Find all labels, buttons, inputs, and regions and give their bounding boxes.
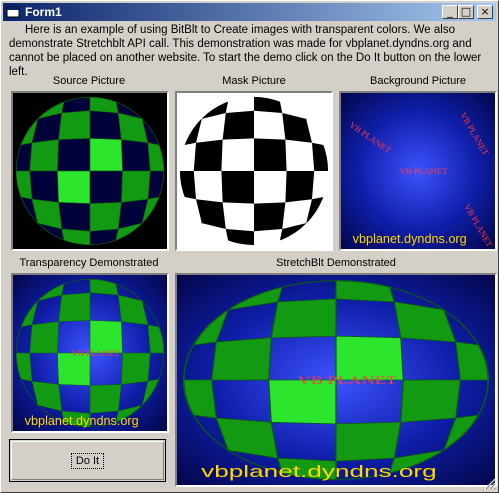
minimize-button[interactable]: _ [442, 5, 458, 19]
stretch-label: StretchBlt Demonstrated [276, 257, 396, 269]
stretch-image: VB PLANET vbplanet.dyndns.org [177, 275, 495, 485]
brand-text-3: VB PLANET [399, 166, 448, 176]
window-title: Form1 [25, 5, 62, 19]
background-picture: VB PLANET VB PLANET VB PLANET VB PLANET … [339, 91, 497, 251]
brand-text-overlay: VB PLANET [71, 348, 120, 358]
transparency-picture: VB PLANET vbplanet.dyndns.org [11, 273, 169, 433]
background-picture-label: Background Picture [370, 75, 466, 87]
description-text: Here is an example of using BitBlt to Cr… [9, 24, 482, 78]
brand-text-stretched: VB PLANET [298, 374, 398, 387]
title-bar[interactable]: Form1 _ □ × [3, 3, 496, 21]
maximize-button[interactable]: □ [458, 5, 474, 19]
transparency-image: VB PLANET vbplanet.dyndns.org [13, 275, 167, 431]
resize-grip-icon[interactable] [484, 478, 496, 490]
transparency-label: Transparency Demonstrated [19, 257, 159, 269]
form-window: Form1 _ □ × Here is an example of using … [0, 0, 499, 493]
do-it-label: Do It [70, 452, 105, 469]
url-text-overlay: vbplanet.dyndns.org [25, 414, 139, 428]
source-sphere-image [13, 93, 167, 249]
app-icon [6, 6, 20, 18]
source-picture [11, 91, 169, 251]
source-picture-label: Source Picture [52, 75, 126, 87]
stretch-picture: VB PLANET vbplanet.dyndns.org [175, 273, 497, 487]
close-button[interactable]: × [477, 5, 493, 19]
url-text-stretched: vbplanet.dyndns.org [201, 462, 437, 481]
mask-sphere-image [177, 93, 331, 249]
mask-picture-label: Mask Picture [222, 75, 286, 87]
background-image: VB PLANET VB PLANET VB PLANET VB PLANET … [341, 93, 495, 249]
mask-picture [175, 91, 333, 251]
do-it-button[interactable]: Do It [9, 439, 166, 482]
url-text: vbplanet.dyndns.org [353, 232, 467, 246]
